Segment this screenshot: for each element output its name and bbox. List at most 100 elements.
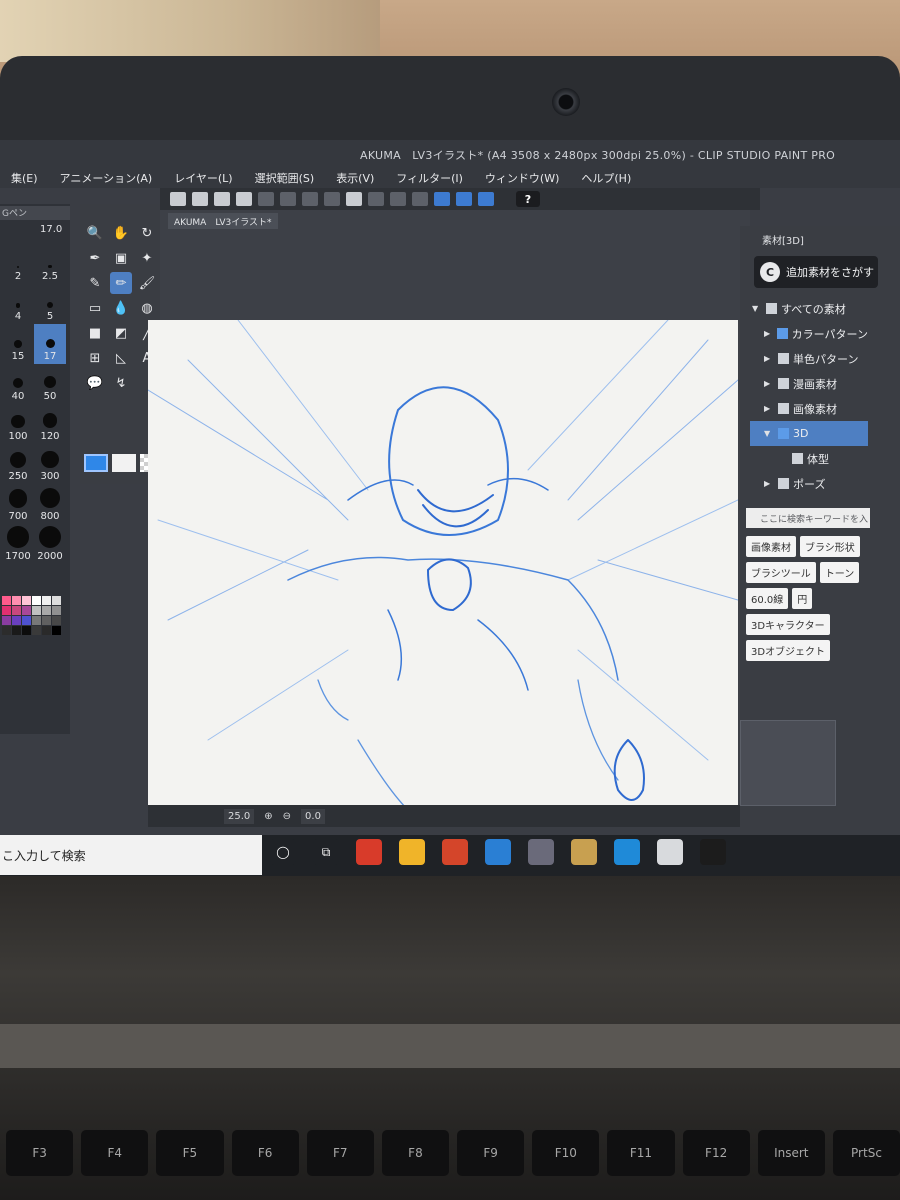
brush-size-2000[interactable]: 2000	[34, 524, 66, 564]
frame-icon[interactable]: ⊞	[84, 347, 106, 369]
brush-size-1700[interactable]: 1700	[2, 524, 34, 564]
task-view-icon[interactable]: ⧉	[313, 839, 339, 865]
brush-size-800[interactable]: 800	[34, 484, 66, 524]
tree-arrow-icon[interactable]: ▶	[764, 404, 774, 413]
material-tag[interactable]: ブラシ形状	[800, 536, 860, 557]
brush-size-700[interactable]: 700	[2, 484, 34, 524]
brush-size-50[interactable]: 50	[34, 364, 66, 404]
palette-color[interactable]	[52, 606, 61, 615]
palette-color[interactable]	[42, 596, 51, 605]
tree-arrow-icon[interactable]: ▶	[764, 354, 774, 363]
zoom-out-icon[interactable]: ⊖	[283, 811, 291, 822]
palette-color[interactable]	[2, 616, 11, 625]
palette-color[interactable]	[22, 596, 31, 605]
undo-icon[interactable]	[258, 192, 274, 206]
gradient-icon[interactable]: ◩	[110, 322, 132, 344]
palette-color[interactable]	[32, 626, 41, 635]
key-f6[interactable]: F6	[231, 1130, 299, 1176]
palette-color[interactable]	[12, 626, 21, 635]
key-f9[interactable]: F9	[457, 1130, 525, 1176]
pen-icon[interactable]: ✎	[84, 272, 106, 294]
edge-icon[interactable]	[614, 839, 640, 865]
material-tag[interactable]: 円	[792, 588, 813, 609]
current-brush-size[interactable]: 17.0	[40, 224, 62, 235]
pencil-icon[interactable]: ✏	[110, 272, 132, 294]
deselect-icon[interactable]	[368, 192, 384, 206]
material-tag[interactable]: 3Dオブジェクト	[746, 640, 831, 661]
snap-ruler-icon[interactable]	[434, 192, 450, 206]
material-search-input[interactable]: ここに検索キーワードを入	[746, 508, 870, 528]
menu-edit[interactable]: 集(E)	[0, 166, 49, 188]
brush-size-40[interactable]: 40	[2, 364, 34, 404]
brush-size-4[interactable]: 4	[2, 284, 34, 324]
help-button[interactable]: ?	[516, 191, 540, 207]
invert-selection-icon[interactable]	[390, 192, 406, 206]
tree-arrow-icon[interactable]: ▼	[764, 429, 774, 438]
office-icon[interactable]	[356, 839, 382, 865]
transform-icon[interactable]	[324, 192, 340, 206]
redo-icon[interactable]	[280, 192, 296, 206]
brush-size-5[interactable]: 5	[34, 284, 66, 324]
rotation-value[interactable]: 0.0	[301, 808, 325, 824]
palette-color[interactable]	[32, 606, 41, 615]
hand-icon[interactable]: ✋	[110, 222, 132, 244]
save-icon[interactable]	[236, 192, 252, 206]
key-f10[interactable]: F10	[532, 1130, 600, 1176]
brush-size-2[interactable]: 2	[2, 244, 34, 284]
drawing-canvas[interactable]	[148, 320, 738, 810]
key-f8[interactable]: F8	[381, 1130, 450, 1176]
brush-size-15[interactable]: 15	[2, 324, 34, 364]
correct-icon[interactable]: ↯	[110, 372, 132, 394]
clip-logo-icon[interactable]	[170, 192, 186, 206]
zoom-value[interactable]: 25.0	[224, 808, 255, 824]
brush-size-120[interactable]: 120	[34, 404, 66, 444]
key-f7[interactable]: F7	[306, 1130, 374, 1176]
tree-arrow-icon[interactable]: ▼	[752, 304, 762, 313]
material-tree-item[interactable]: ▼ 3D	[750, 421, 868, 446]
blend-icon[interactable]: 💧	[110, 297, 132, 319]
material-tree-item[interactable]: ▶ 漫画素材	[750, 371, 868, 396]
material-tree-item[interactable]: ▶ ポーズ	[750, 471, 868, 496]
palette-color[interactable]	[22, 616, 31, 625]
brush-size-2.5[interactable]: 2.5	[34, 244, 66, 284]
palette-color[interactable]	[22, 626, 31, 635]
ruler-icon[interactable]: ◺	[110, 347, 132, 369]
open-file-icon[interactable]	[214, 192, 230, 206]
clear-icon[interactable]	[302, 192, 318, 206]
mail-icon[interactable]	[485, 839, 511, 865]
document-tab[interactable]: AKUMA LV3イラスト*	[168, 213, 278, 229]
powerpoint-icon[interactable]	[442, 839, 468, 865]
zoom-icon[interactable]: 🔍	[84, 222, 106, 244]
sub-color-swatch[interactable]	[112, 454, 136, 472]
key-prtsc[interactable]: PrtSc	[832, 1130, 900, 1176]
fill-icon[interactable]: ▣	[110, 247, 132, 269]
palette-color[interactable]	[12, 596, 21, 605]
palette-color[interactable]	[2, 606, 11, 615]
brush-size-300[interactable]: 300	[34, 444, 66, 484]
tree-arrow-icon[interactable]: ▶	[764, 379, 774, 388]
explorer-icon[interactable]	[399, 839, 425, 865]
brush-size-250[interactable]: 250	[2, 444, 34, 484]
material-tab[interactable]: 素材[3D]	[762, 232, 804, 247]
material-tree-item[interactable]: ▶ カラーパターン	[750, 321, 868, 346]
zoom-in-icon[interactable]: ⊕	[264, 811, 272, 822]
brush-icon[interactable]: 🖌	[136, 272, 158, 294]
key-f11[interactable]: F11	[607, 1130, 675, 1176]
store-icon[interactable]	[571, 839, 597, 865]
tree-arrow-icon[interactable]: ▶	[764, 479, 774, 488]
palette-color[interactable]	[2, 596, 11, 605]
menu-selection[interactable]: 選択範囲(S)	[244, 166, 326, 188]
menu-filter[interactable]: フィルター(I)	[385, 166, 474, 188]
cortana-icon[interactable]: ◯	[270, 839, 296, 865]
palette-color[interactable]	[52, 626, 61, 635]
palette-color[interactable]	[32, 596, 41, 605]
crop-icon[interactable]	[412, 192, 428, 206]
snap-special-ruler-icon[interactable]	[456, 192, 472, 206]
material-tree-item[interactable]: ▼ すべての素材	[750, 296, 868, 321]
eraser-icon[interactable]: ▭	[84, 297, 106, 319]
palette-color[interactable]	[32, 616, 41, 625]
brush-size-100[interactable]: 100	[2, 404, 34, 444]
material-tag[interactable]: 3Dキャラクター	[746, 614, 830, 635]
rotate-icon[interactable]: ↻	[136, 222, 158, 244]
find-materials-button[interactable]: C 追加素材をさがす	[754, 256, 878, 288]
